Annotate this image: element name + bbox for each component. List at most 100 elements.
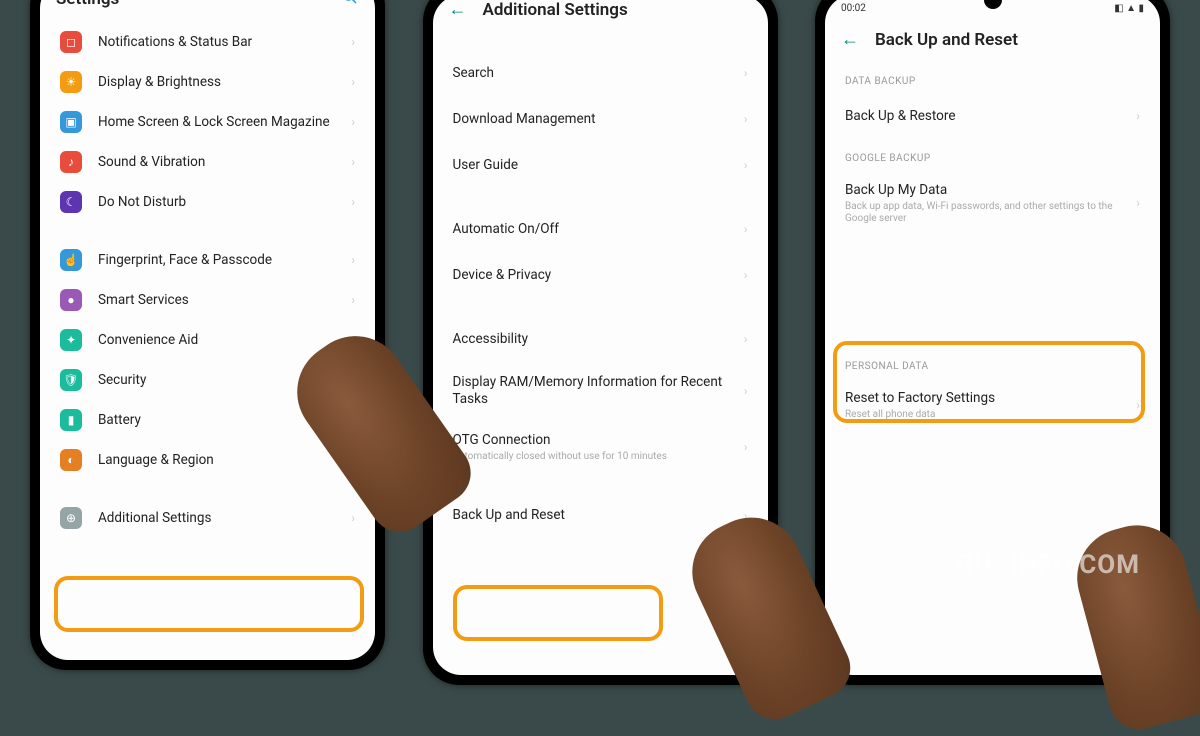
row-search[interactable]: Search ›: [433, 50, 768, 96]
chevron-right-icon: ›: [351, 293, 355, 307]
settings-row-do-not-disturb[interactable]: ☾ Do Not Disturb ›: [40, 182, 375, 222]
row-label: OTG Connection: [453, 432, 736, 449]
chevron-right-icon: ›: [744, 332, 748, 346]
section-personal-data: PERSONAL DATA: [825, 347, 1160, 378]
row-icon: ♪: [60, 151, 82, 173]
back-icon[interactable]: ←: [841, 29, 859, 50]
settings-row-battery[interactable]: ▮ Battery ›: [40, 400, 375, 440]
settings-row-notifications-status-bar[interactable]: ◻ Notifications & Status Bar ›: [40, 22, 375, 62]
page-title: Back Up and Reset: [875, 30, 1018, 50]
chevron-right-icon: ›: [351, 35, 355, 49]
row-icon: ☾: [60, 191, 82, 213]
chevron-right-icon: ›: [744, 440, 748, 454]
header-settings: Settings: [40, 0, 375, 22]
chevron-right-icon: ›: [1136, 109, 1140, 123]
chevron-right-icon: ›: [744, 384, 748, 398]
settings-row-security[interactable]: 🛡 Security ›: [40, 360, 375, 400]
row-label: Additional Settings: [98, 510, 343, 527]
settings-row-convenience-aid[interactable]: ✦Convenience Aid›: [40, 320, 375, 360]
header-additional: ← Additional Settings: [433, 0, 768, 32]
header-backup: ← Back Up and Reset: [825, 21, 1160, 62]
chevron-right-icon: ›: [744, 66, 748, 80]
phone-settings: Settings ◻ Notifications & Status Bar › ☀ Di…: [30, 0, 385, 670]
row-display-ram-memory-information-for-recent-tasks[interactable]: Display RAM/Memory Information for Recen…: [433, 362, 768, 420]
row-icon: ◐: [60, 449, 82, 471]
settings-row-language-region[interactable]: ◐ Language & Region ›: [40, 440, 375, 480]
highlight-additional-settings: [54, 576, 364, 632]
row-label: Sound & Vibration: [98, 154, 343, 171]
row-backup-restore[interactable]: Back Up & Restore ›: [825, 93, 1160, 139]
row-label: Do Not Disturb: [98, 194, 343, 211]
row-device-privacy[interactable]: Device & Privacy›: [433, 252, 768, 298]
row-sub: Automatically closed without use for 10 …: [453, 451, 736, 463]
settings-row-additional-settings[interactable]: ⊕Additional Settings›: [40, 498, 375, 538]
chevron-right-icon: ›: [351, 413, 355, 427]
chevron-right-icon: ›: [351, 155, 355, 169]
row-label: Reset to Factory Settings: [845, 390, 1128, 407]
phone-additional-settings: ← Additional Settings Search › Download Ma…: [423, 0, 778, 685]
back-icon[interactable]: ←: [449, 0, 467, 20]
chevron-right-icon: ›: [744, 268, 748, 282]
row-download-management[interactable]: Download Management›: [433, 96, 768, 142]
chevron-right-icon: ›: [351, 453, 355, 467]
page-title: Additional Settings: [483, 0, 628, 20]
status-icons: ◧ ▲ ▮: [1114, 3, 1144, 14]
row-label: Security: [98, 372, 343, 389]
settings-list: ◻ Notifications & Status Bar › ☀ Display & B…: [40, 22, 375, 578]
settings-row-sound-vibration[interactable]: ♪ Sound & Vibration ›: [40, 142, 375, 182]
settings-row-home-screen-lock-screen-magazine[interactable]: ▣Home Screen & Lock Screen Magazine›: [40, 102, 375, 142]
row-icon: ☝: [60, 249, 82, 271]
row-label: Download Management: [453, 111, 736, 128]
row-label: Back Up & Restore: [845, 108, 1128, 125]
row-label: Fingerprint, Face & Passcode: [98, 252, 343, 269]
status-time: 00:02: [841, 3, 866, 14]
row-label: Notifications & Status Bar: [98, 34, 343, 51]
row-factory-reset[interactable]: Reset to Factory Settings Reset all phon…: [825, 378, 1160, 433]
row-label: Automatic On/Off: [453, 221, 736, 238]
row-automatic-on-off[interactable]: Automatic On/Off ›: [433, 206, 768, 252]
chevron-right-icon: ›: [351, 115, 355, 129]
row-icon: 🛡: [60, 369, 82, 391]
row-label: Back Up and Reset: [453, 507, 736, 524]
chevron-right-icon: ›: [351, 333, 355, 347]
search-icon[interactable]: [341, 0, 359, 10]
row-accessibility[interactable]: Accessibility›: [433, 316, 768, 362]
chevron-right-icon: ›: [744, 222, 748, 236]
settings-row-fingerprint-face-passcode[interactable]: ☝Fingerprint, Face & Passcode›: [40, 240, 375, 280]
backup-list: DATA BACKUP Back Up & Restore › GOOGLE B…: [825, 62, 1160, 473]
screen-2: ← Additional Settings Search › Download Ma…: [433, 0, 768, 675]
chevron-right-icon: ›: [744, 158, 748, 172]
row-label: Search: [453, 65, 736, 82]
row-user-guide[interactable]: User Guide ›: [433, 142, 768, 188]
row-label: Language & Region: [98, 452, 343, 469]
chevron-right-icon: ›: [351, 373, 355, 387]
screen-3: 00:02 ◧ ▲ ▮ ← Back Up and Reset DATA BAC…: [825, 0, 1160, 675]
row-label: Display & Brightness: [98, 74, 343, 91]
row-back-up-and-reset[interactable]: Back Up and Reset ›: [433, 493, 768, 539]
row-backup-my-data[interactable]: Back Up My Data Back up app data, Wi-Fi …: [825, 170, 1160, 237]
row-sub: Reset all phone data: [845, 409, 1128, 421]
row-label: Display RAM/Memory Information for Recen…: [453, 374, 736, 408]
phone-backup-reset: 00:02 ◧ ▲ ▮ ← Back Up and Reset DATA BAC…: [815, 0, 1170, 685]
chevron-right-icon: ›: [744, 509, 748, 523]
row-icon: ✦: [60, 329, 82, 351]
row-icon: ▮: [60, 409, 82, 431]
row-icon: ☀: [60, 71, 82, 93]
row-otg-connection[interactable]: OTG Connection Automatically closed witho…: [433, 420, 768, 475]
section-google-backup: GOOGLE BACKUP: [825, 139, 1160, 170]
section-data-backup: DATA BACKUP: [825, 62, 1160, 93]
screen-1: Settings ◻ Notifications & Status Bar › ☀ Di…: [40, 0, 375, 660]
chevron-right-icon: ›: [1136, 196, 1140, 210]
row-icon: ●: [60, 289, 82, 311]
chevron-right-icon: ›: [351, 75, 355, 89]
settings-row-smart-services[interactable]: ●Smart Services›: [40, 280, 375, 320]
row-icon: ◻: [60, 31, 82, 53]
page-title: Settings: [56, 0, 119, 9]
chevron-right-icon: ›: [1136, 398, 1140, 412]
row-label: User Guide: [453, 157, 736, 174]
row-label: Battery: [98, 412, 343, 429]
settings-row-display-brightness[interactable]: ☀ Display & Brightness ›: [40, 62, 375, 102]
highlight-backup-reset: [453, 585, 663, 641]
chevron-right-icon: ›: [351, 195, 355, 209]
row-icon: ⊕: [60, 507, 82, 529]
